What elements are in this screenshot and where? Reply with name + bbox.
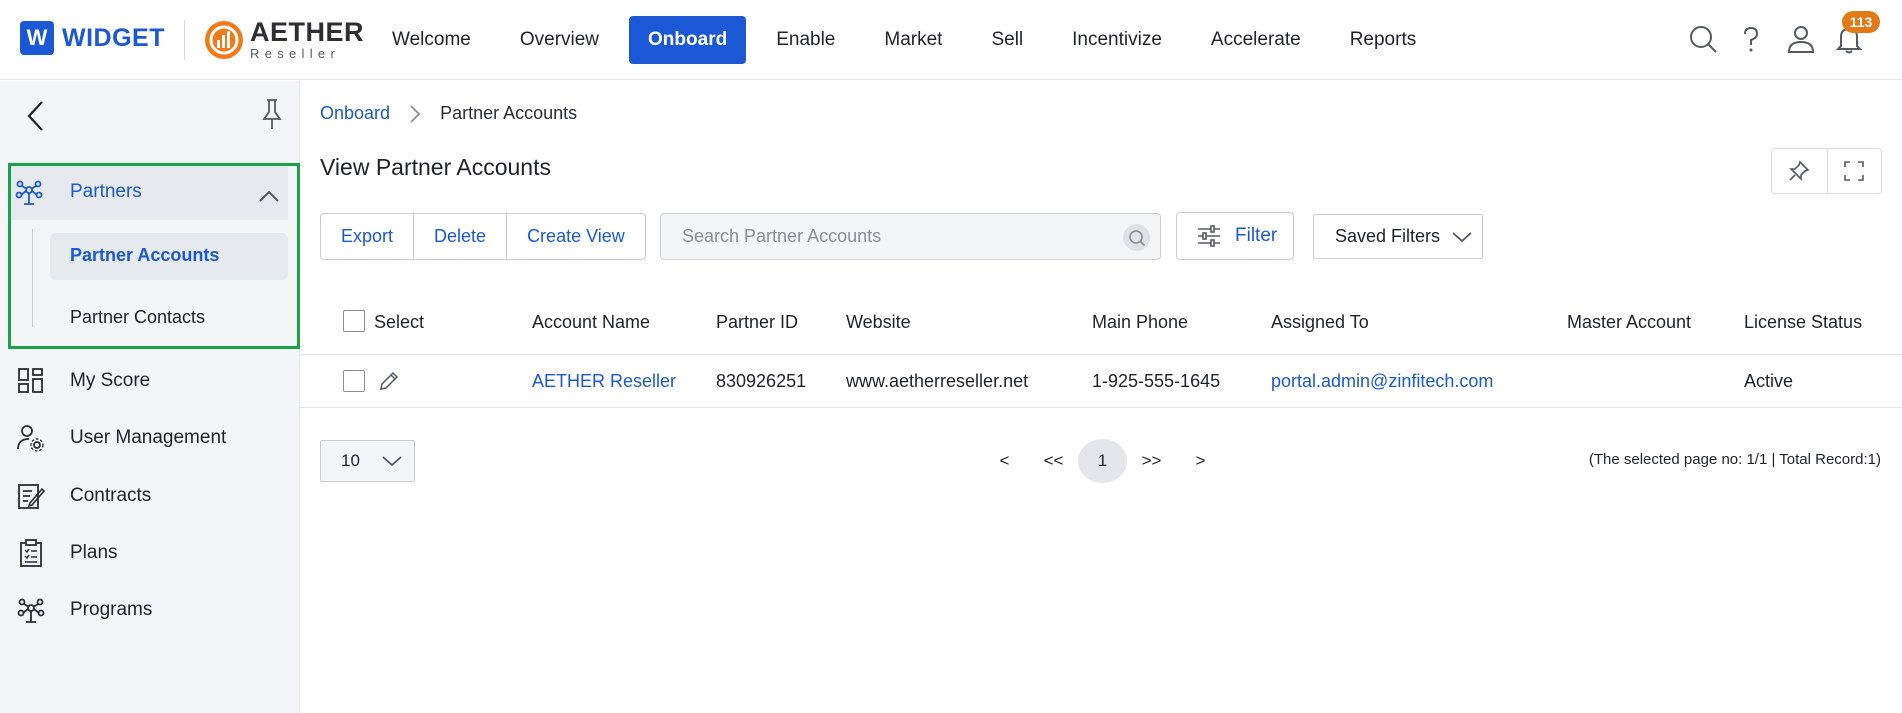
search-input[interactable]: [682, 226, 1102, 247]
nav-onboard[interactable]: Onboard: [629, 16, 747, 64]
logo-divider: [184, 20, 185, 60]
page-number-current[interactable]: 1: [1078, 439, 1127, 483]
export-button[interactable]: Export: [321, 214, 413, 259]
breadcrumb: Onboard Partner Accounts: [320, 103, 577, 124]
chevron-down-icon: [382, 456, 402, 467]
help-icon[interactable]: [1736, 24, 1766, 54]
aether-logo-icon: [205, 20, 243, 59]
sidebar-item-user-management-label: User Management: [70, 427, 227, 448]
col-select: Select: [374, 312, 425, 332]
next-page-button[interactable]: >: [1176, 439, 1225, 483]
row-partner-id: 830926251: [716, 371, 807, 391]
widget-logo-text: WIDGET: [62, 23, 165, 52]
sidebar-item-programs-label: Programs: [70, 599, 153, 620]
filter-button-label: Filter: [1235, 225, 1278, 246]
row-main-phone: 1-925-555-1645: [1092, 371, 1221, 391]
search-submit-button[interactable]: [1123, 224, 1150, 251]
clipboard-icon: [20, 539, 42, 567]
nav-market[interactable]: Market: [865, 16, 961, 64]
fullscreen-button[interactable]: [1826, 149, 1882, 193]
view-tools: [1771, 148, 1882, 194]
contract-icon: [18, 484, 46, 509]
sidebar-item-plans[interactable]: Plans: [0, 533, 300, 573]
nav-welcome[interactable]: Welcome: [373, 16, 490, 64]
filter-sliders-icon: [1198, 225, 1220, 247]
search-box: [660, 213, 1161, 260]
sidebar-item-programs[interactable]: Programs: [0, 590, 300, 630]
pagination: < << 1 >> >: [980, 439, 1225, 483]
nav-enable[interactable]: Enable: [757, 16, 854, 64]
widget-logo[interactable]: W WIDGET: [20, 21, 165, 55]
page-size-select[interactable]: 10: [320, 440, 415, 482]
top-bar: W WIDGET AETHER Reseller Welcome Overvie…: [0, 0, 1902, 80]
aether-logo-name: AETHER: [250, 17, 365, 47]
nav-overview[interactable]: Overview: [501, 16, 618, 64]
search-icon: [1128, 229, 1145, 246]
sidebar-item-my-score[interactable]: My Score: [0, 361, 300, 401]
nav-accelerate[interactable]: Accelerate: [1192, 16, 1320, 64]
page-size-value: 10: [341, 451, 360, 470]
col-website[interactable]: Website: [846, 312, 911, 333]
nav-incentivize[interactable]: Incentivize: [1053, 16, 1181, 64]
sidebar-item-plans-label: Plans: [70, 542, 118, 563]
sidebar-item-contracts-label: Contracts: [70, 485, 152, 506]
first-page-button[interactable]: <<: [1029, 439, 1078, 483]
notification-count-badge: 113: [1842, 11, 1880, 33]
widget-logo-badge: W: [20, 21, 54, 55]
sidebar-item-my-score-label: My Score: [70, 370, 151, 391]
prev-page-button[interactable]: <: [980, 439, 1029, 483]
record-info: (The selected page no: 1/1 | Total Recor…: [1588, 451, 1881, 468]
select-all-checkbox[interactable]: [343, 310, 365, 332]
aether-logo-sub: Reseller: [250, 46, 341, 61]
col-main-phone[interactable]: Main Phone: [1092, 312, 1188, 333]
main-nav: Welcome Overview Onboard Enable Market S…: [373, 16, 1446, 64]
row-select-checkbox[interactable]: [343, 370, 365, 392]
saved-filters-dropdown[interactable]: Saved Filters: [1313, 214, 1483, 259]
partners-group-highlight: [8, 163, 300, 349]
breadcrumb-onboard-link[interactable]: Onboard: [320, 103, 390, 124]
create-view-button[interactable]: Create View: [506, 214, 645, 259]
row-assigned-to-link[interactable]: portal.admin@zinfitech.com: [1271, 371, 1493, 392]
col-account-name[interactable]: Account Name: [532, 312, 650, 333]
table-actions: Export Delete Create View: [320, 213, 646, 260]
saved-filters-label: Saved Filters: [1335, 226, 1441, 246]
aether-logo[interactable]: AETHER Reseller: [204, 19, 364, 60]
programs-icon: [17, 598, 45, 623]
col-assigned-to[interactable]: Assigned To: [1271, 312, 1369, 333]
sidebar-item-contracts[interactable]: Contracts: [0, 476, 300, 516]
table-row: AETHER Reseller 830926251 www.aetherrese…: [300, 356, 1902, 408]
page-title: View Partner Accounts: [320, 154, 551, 180]
delete-button[interactable]: Delete: [413, 214, 506, 259]
user-profile-icon[interactable]: [1786, 24, 1816, 54]
collapse-sidebar-icon[interactable]: [25, 99, 45, 133]
table-header: Select Account Name Partner ID Website M…: [300, 300, 1902, 355]
filter-button[interactable]: Filter: [1176, 212, 1294, 260]
nav-reports[interactable]: Reports: [1331, 16, 1436, 64]
col-license-status[interactable]: License Status: [1744, 312, 1862, 333]
last-page-button[interactable]: >>: [1127, 439, 1176, 483]
nav-sell[interactable]: Sell: [972, 16, 1042, 64]
sidebar: Partners Partner Accounts Partner Contac…: [0, 81, 300, 713]
chevron-right-icon: [410, 104, 421, 123]
row-license-status: Active: [1744, 371, 1794, 391]
score-icon: [18, 368, 43, 393]
breadcrumb-current: Partner Accounts: [440, 103, 578, 123]
fullscreen-icon: [1844, 161, 1865, 181]
pin-view-button[interactable]: [1772, 149, 1827, 193]
pin-icon: [1789, 160, 1810, 181]
row-website: www.aetherreseller.net: [846, 371, 1029, 391]
col-partner-id[interactable]: Partner ID: [716, 312, 798, 333]
search-icon[interactable]: [1688, 24, 1718, 54]
chevron-down-icon: [1452, 231, 1472, 242]
pin-sidebar-icon[interactable]: [258, 97, 286, 131]
col-master-account[interactable]: Master Account: [1567, 312, 1691, 333]
user-gear-icon: [17, 425, 44, 452]
row-account-name-link[interactable]: AETHER Reseller: [532, 371, 676, 392]
edit-pencil-icon[interactable]: [378, 370, 400, 392]
sidebar-item-user-management[interactable]: User Management: [0, 418, 300, 458]
